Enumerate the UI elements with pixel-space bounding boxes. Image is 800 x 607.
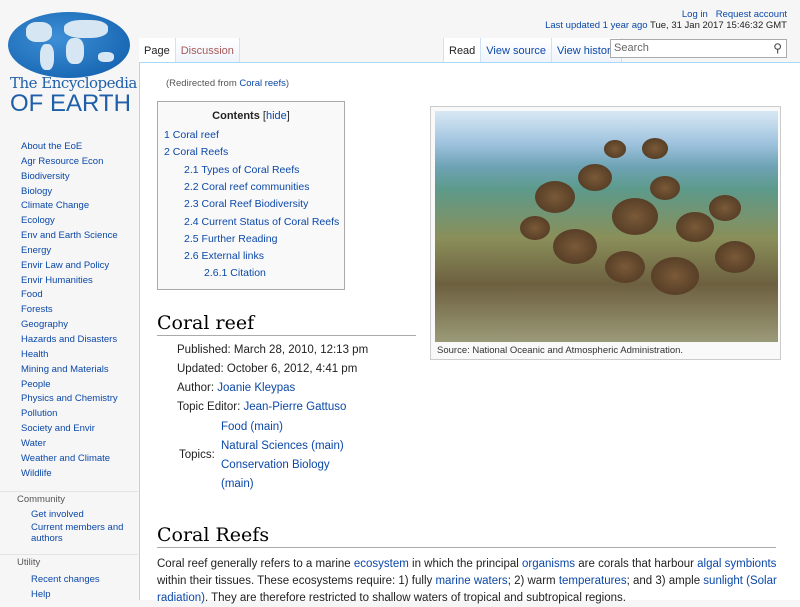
toc-entry[interactable]: 2.3 Coral Reef Biodiversity [184,198,308,210]
sidebar-item[interactable]: Pollution [0,407,138,422]
sidebar-item[interactable]: Weather and Climate [0,452,138,467]
sidebar-item[interactable]: Mining and Materials [0,363,138,378]
utility-link[interactable]: Help [0,589,138,600]
article-link[interactable]: organisms [522,558,575,570]
figure-caption: Source: National Oceanic and Atmospheric… [437,345,684,356]
updated-date: Updated: October 6, 2012, 4:41 pm [177,363,358,375]
login-link[interactable]: Log in [682,9,708,20]
sidebar-item[interactable]: Forests [0,303,138,318]
sidebar-item[interactable]: Hazards and Disasters [0,333,138,348]
community-heading: Community [0,491,138,507]
sidebar-item[interactable]: People [0,378,138,393]
sidebar-item[interactable]: Geography [0,318,138,333]
sidebar-item[interactable]: Agr Resource Econ [0,155,138,170]
article-text: ; and 3) ample [626,575,704,587]
logo-line2: OF EARTH [10,90,131,117]
search-input[interactable]: Search ⚲ [610,39,787,58]
published-date: Published: March 28, 2010, 12:13 pm [177,344,369,356]
intro-paragraph: Coral reef generally refers to a marine … [157,556,777,607]
article-text: ; 2) warm [507,575,559,587]
sidebar-item[interactable]: Env and Earth Science [0,229,138,244]
sidebar-item[interactable]: Climate Change [0,199,138,214]
toc-entry[interactable]: 2.6.1 Citation [204,267,266,279]
toc-entry[interactable]: 2.2 Coral reef communities [184,181,309,193]
heading-coral-reefs: Coral Reefs [157,524,776,548]
article-text: in which the principal [408,558,522,570]
author-label: Author: [177,382,215,394]
sidebar-item[interactable]: Biodiversity [0,170,138,185]
toc-entry[interactable]: 1 Coral reef [164,129,219,141]
search-placeholder: Search [614,42,649,54]
toc-entry[interactable]: 2 Coral Reefs [164,146,228,158]
sidebar-item[interactable]: Biology [0,185,138,200]
article-text: Coral reef generally refers to a marine [157,558,354,570]
sidebar-item[interactable]: Food [0,288,138,303]
tab-read[interactable]: Read [443,38,482,63]
author-link[interactable]: Joanie Kleypas [217,382,295,394]
tab-view-source[interactable]: View source [481,38,553,63]
table-of-contents: Contents [hide] 1 Coral reef 2 Coral Reef… [157,101,345,290]
personal-tools: Log in Request account Last updated 1 ye… [545,9,787,31]
sidebar-item[interactable]: Energy [0,244,138,259]
last-updated-label: Last updated [545,20,601,31]
sidebar-item[interactable]: About the EoE [0,140,138,155]
topic-link[interactable]: Natural Sciences (main) [221,440,344,452]
article-link[interactable]: marine waters [435,575,507,587]
toc-title: Contents [212,110,260,122]
toc-entry[interactable]: 2.4 Current Status of Coral Reefs [184,216,339,228]
globe-icon [8,12,130,78]
article-text: are corals that harbour [575,558,698,570]
article-link[interactable]: algal symbionts [697,558,776,570]
tab-page[interactable]: Page [139,38,176,63]
toc-entry[interactable]: 2.1 Types of Coral Reefs [184,164,299,176]
toc-entry[interactable]: 2.6 External links [184,250,264,262]
utility-link[interactable]: Recent changes [0,574,138,585]
topics-label: Topics: [179,449,215,461]
redirect-link[interactable]: Coral reefs [239,78,285,89]
redirect-note: (Redirected from Coral reefs) [166,78,290,89]
request-account-link[interactable]: Request account [716,9,787,20]
figure: Source: National Oceanic and Atmospheric… [430,106,781,360]
tab-discussion[interactable]: Discussion [175,38,240,63]
topic-link[interactable]: Food (main) [221,421,283,433]
community-link[interactable]: Current members and authors [0,522,138,544]
toc-hide-link[interactable]: hide [266,110,287,122]
encyclopedia-of-earth-logo[interactable]: The Encyclopedia OF EARTH [8,12,137,117]
topic-link[interactable]: Conservation Biology [221,459,330,471]
sidebar-item[interactable]: Health [0,348,138,363]
last-updated-date: Tue, 31 Jan 2017 15:46:32 GMT [650,20,787,31]
sidebar-item[interactable]: Water [0,437,138,452]
article-text: within their tissues. These ecosystems r… [157,575,436,587]
sidebar-item[interactable]: Physics and Chemistry [0,392,138,407]
community-link[interactable]: Get involved [0,509,138,520]
sidebar-item[interactable]: Envir Humanities [0,274,138,289]
sidebar-item[interactable]: Wildlife [0,467,138,482]
toc-entry[interactable]: 2.5 Further Reading [184,233,277,245]
search-icon[interactable]: ⚲ [773,41,782,55]
topic-link[interactable]: (main) [221,478,254,490]
article-link[interactable]: ecosystem [354,558,409,570]
coral-reef-photo[interactable] [435,111,778,342]
last-updated-ago[interactable]: 1 year ago [603,20,648,31]
utility-heading: Utility [0,554,138,570]
sidebar-item[interactable]: Ecology [0,214,138,229]
editor-label: Topic Editor: [177,401,241,413]
article-link[interactable]: temperatures [559,575,627,587]
editor-link[interactable]: Jean-Pierre Gattuso [243,401,346,413]
sidebar-item[interactable]: Envir Law and Policy [0,259,138,274]
sidebar-item[interactable]: Society and Envir [0,422,138,437]
article-text: . They are therefore restricted to shall… [204,592,626,604]
heading-coral-reef: Coral reef [157,312,416,336]
sidebar: About the EoE Agr Resource Econ Biodiversi… [0,140,138,604]
